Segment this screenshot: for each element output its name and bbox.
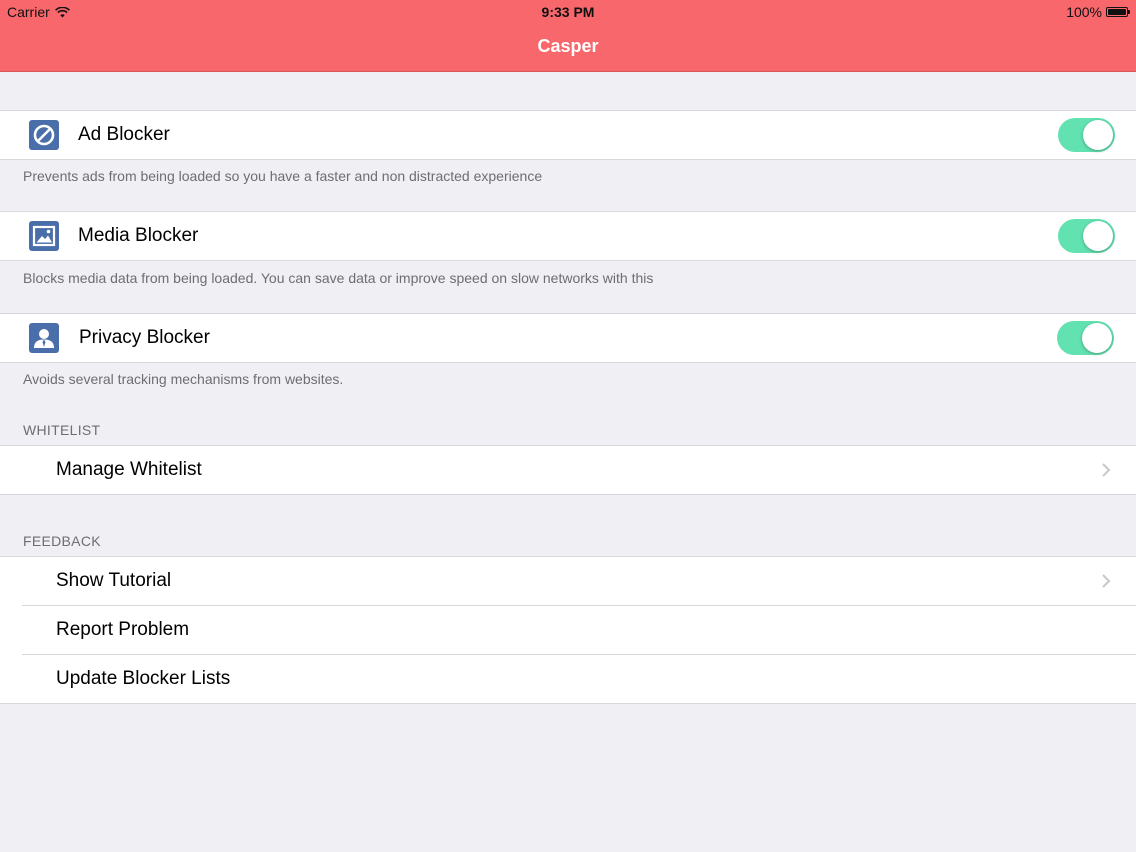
manage-whitelist-label: Manage Whitelist [56, 459, 202, 480]
update-blocker-lists-label: Update Blocker Lists [56, 668, 231, 689]
feedback-section-header: FEEDBACK [23, 533, 101, 549]
media-blocker-group: Media Blocker [0, 211, 1136, 261]
chevron-right-icon [1102, 463, 1111, 477]
navigation-header: Carrier 9:33 PM 100% Casper [0, 0, 1136, 72]
report-problem-label: Report Problem [56, 619, 190, 640]
ad-blocker-label: Ad Blocker [78, 124, 170, 145]
ad-blocker-group: Ad Blocker [0, 110, 1136, 160]
ad-blocker-description: Prevents ads from being loaded so you ha… [23, 168, 543, 184]
status-time: 9:33 PM [541, 4, 595, 20]
toggle-knob [1083, 120, 1113, 150]
privacy-blocker-toggle[interactable] [1057, 321, 1114, 355]
whitelist-group: Manage Whitelist [0, 445, 1136, 495]
status-battery: 100% [1066, 4, 1130, 20]
ad-blocker-cell[interactable]: Ad Blocker [0, 111, 1136, 159]
manage-whitelist-cell[interactable]: Manage Whitelist [0, 446, 1136, 494]
ad-blocker-toggle[interactable] [1058, 118, 1115, 152]
page-title: Casper [537, 36, 599, 56]
battery-icon [1106, 7, 1130, 17]
toggle-knob [1082, 323, 1112, 353]
media-blocker-description: Blocks media data from being loaded. You… [23, 270, 654, 286]
chevron-right-icon [1102, 574, 1111, 588]
media-blocker-toggle[interactable] [1058, 219, 1115, 253]
privacy-blocker-group: Privacy Blocker [0, 313, 1136, 363]
battery-percent: 100% [1066, 4, 1102, 20]
privacy-blocker-cell[interactable]: Privacy Blocker [0, 314, 1136, 362]
toggle-knob [1083, 221, 1113, 251]
show-tutorial-cell[interactable]: Show Tutorial [0, 557, 1136, 605]
privacy-blocker-label: Privacy Blocker [79, 327, 210, 348]
person-icon [29, 323, 59, 353]
show-tutorial-label: Show Tutorial [56, 570, 172, 591]
update-blocker-lists-cell[interactable]: Update Blocker Lists [0, 654, 1136, 703]
media-blocker-cell[interactable]: Media Blocker [0, 212, 1136, 260]
report-problem-cell[interactable]: Report Problem [0, 605, 1136, 654]
media-blocker-label: Media Blocker [78, 225, 199, 246]
prohibited-icon [29, 120, 59, 150]
privacy-blocker-description: Avoids several tracking mechanisms from … [23, 371, 344, 387]
feedback-group: Show Tutorial Report Problem Update Bloc… [0, 556, 1136, 704]
whitelist-section-header: WHITELIST [23, 422, 101, 438]
status-bar: Carrier 9:33 PM 100% [0, 0, 1136, 24]
image-icon [29, 221, 59, 251]
